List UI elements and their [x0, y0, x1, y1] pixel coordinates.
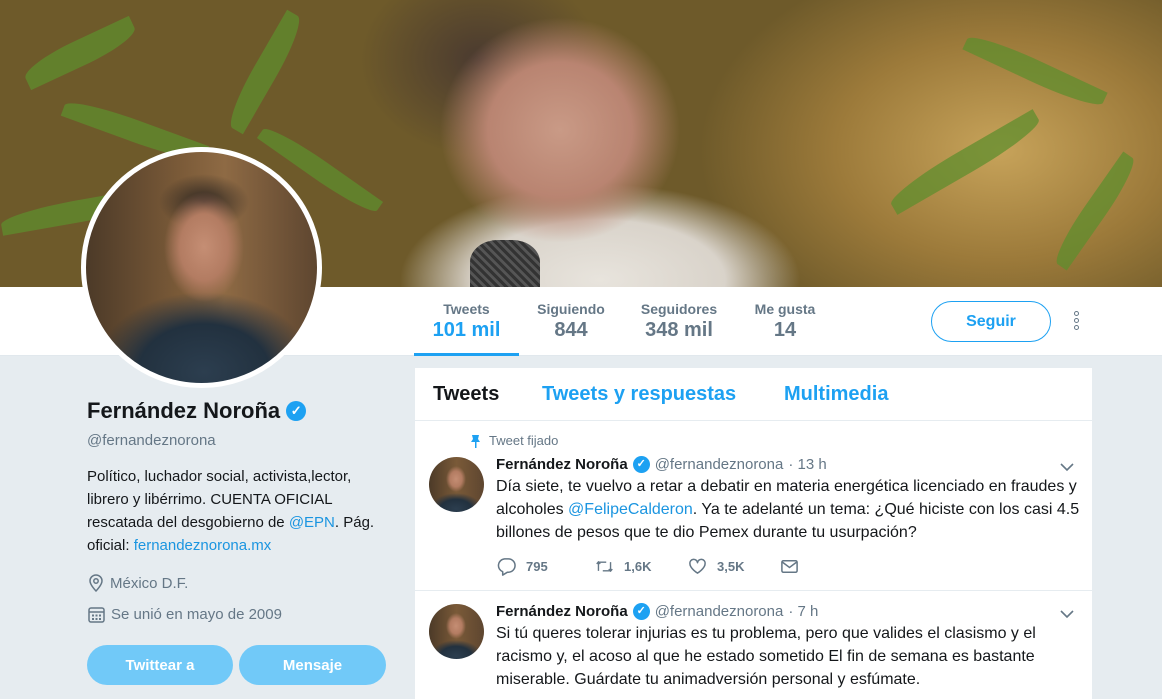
like-heart-icon — [689, 558, 706, 574]
stat-followers[interactable]: Seguidores 348 mil — [636, 301, 722, 342]
reply-icon — [497, 558, 516, 576]
tweet-actions: 795 1,6K 3,5K — [497, 557, 799, 576]
stat-label: Siguiendo — [537, 301, 605, 317]
profile-handle[interactable]: @fernandeznorona — [87, 432, 216, 449]
profile-name[interactable]: Fernández Noroña ✓ — [87, 398, 307, 424]
joined-text: Se unió en mayo de 2009 — [111, 606, 282, 623]
tweet-text: Si tú queres tolerar injurias es tu prob… — [496, 625, 1036, 688]
tweet-author-handle[interactable]: @fernandeznorona — [655, 603, 784, 620]
direct-message-action[interactable] — [780, 557, 799, 576]
stat-label: Me gusta — [754, 301, 816, 317]
location-pin-icon — [89, 574, 103, 592]
chevron-down-icon[interactable] — [1060, 462, 1074, 472]
tweet-author-name[interactable]: Fernández Noroña — [496, 603, 628, 620]
stat-likes[interactable]: Me gusta 14 — [749, 301, 821, 342]
stat-label: Tweets — [443, 301, 490, 317]
retweet-icon — [596, 561, 613, 572]
timeline-tabs: Tweets Tweets y respuestas Multimedia — [415, 368, 1092, 421]
stat-value: 348 mil — [645, 319, 713, 341]
tweet-time[interactable]: · 13 h — [788, 456, 826, 473]
stat-value: 844 — [554, 319, 588, 341]
tweet-header: Fernández Noroña ✓ @fernandeznorona · 7 … — [496, 603, 818, 620]
tab-tweets-and-replies[interactable]: Tweets y respuestas — [542, 383, 736, 406]
tweet-item[interactable]: Tweet fijado Fernández Noroña ✓ @fernand… — [415, 423, 1092, 591]
profile-name-text: Fernández Noroña — [87, 398, 281, 423]
tweet-time[interactable]: · 7 h — [788, 603, 818, 620]
verified-badge-icon: ✓ — [286, 401, 307, 421]
pinned-label: Tweet fijado — [470, 433, 558, 448]
tweet-avatar[interactable] — [429, 457, 484, 512]
tweet-author-handle[interactable]: @fernandeznorona — [655, 456, 784, 473]
tweet-text: Día siete, te vuelvo a retar a debatir e… — [496, 475, 1081, 544]
like-count: 3,5K — [717, 559, 745, 574]
verified-badge-icon: ✓ — [632, 456, 650, 473]
reply-count: 795 — [526, 559, 548, 574]
tweet-avatar[interactable] — [429, 604, 484, 659]
tab-media[interactable]: Multimedia — [784, 383, 888, 406]
microphone-graphic — [470, 240, 540, 287]
timeline: Tweets Tweets y respuestas Multimedia Tw… — [415, 368, 1092, 699]
calendar-icon — [88, 607, 105, 623]
more-vertical-icon[interactable] — [1070, 311, 1082, 333]
follow-button[interactable]: Seguir — [931, 301, 1051, 342]
tweet-header: Fernández Noroña ✓ @fernandeznorona · 13… — [496, 456, 827, 473]
message-button[interactable]: Mensaje — [239, 645, 386, 685]
stat-value: 14 — [773, 319, 797, 341]
verified-badge-icon: ✓ — [632, 603, 650, 620]
tweet-author-name[interactable]: Fernández Noroña — [496, 456, 628, 473]
stat-label: Seguidores — [640, 301, 718, 317]
profile-location: México D.F. — [88, 574, 188, 592]
tab-tweets[interactable]: Tweets — [433, 383, 499, 406]
bio-website-link[interactable]: fernandeznorona.mx — [134, 537, 272, 554]
retweet-action[interactable]: 1,6K — [595, 557, 688, 576]
profile-joined: Se unió en mayo de 2009 — [88, 606, 282, 623]
tweet-mention-link[interactable]: @FelipeCalderon — [568, 501, 693, 518]
bio-mention-link[interactable]: @EPN — [289, 514, 335, 531]
stat-value: 101 mil — [432, 319, 501, 341]
retweet-count: 1,6K — [624, 559, 652, 574]
location-text: México D.F. — [110, 574, 189, 592]
pinned-text: Tweet fijado — [489, 433, 559, 448]
reply-action[interactable]: 795 — [497, 557, 595, 576]
profile-bio: Político, luchador social, activista,lec… — [87, 465, 387, 557]
pin-icon — [471, 434, 480, 448]
tweet-to-button[interactable]: Twittear a — [87, 645, 233, 685]
like-action[interactable]: 3,5K — [688, 557, 780, 576]
profile-avatar[interactable] — [81, 147, 322, 388]
tweet-item[interactable]: Fernández Noroña ✓ @fernandeznorona · 7 … — [415, 592, 1092, 699]
chevron-down-icon[interactable] — [1060, 609, 1074, 619]
stat-tweets[interactable]: Tweets 101 mil — [414, 301, 519, 356]
stat-following[interactable]: Siguiendo 844 — [532, 301, 610, 342]
direct-message-icon — [781, 560, 798, 573]
